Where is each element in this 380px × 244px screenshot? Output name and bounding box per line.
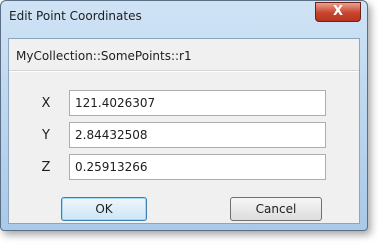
- dialog-body: MyCollection::SomePoints::r1 X 121.40263…: [8, 38, 360, 224]
- separator: [9, 70, 359, 72]
- window-title: Edit Point Coordinates: [9, 9, 142, 23]
- y-coordinate-field[interactable]: 2.84432508: [69, 122, 326, 148]
- x-coordinate-field[interactable]: 121.4026307: [69, 90, 326, 116]
- z-coordinate-field[interactable]: 0.25913266: [69, 154, 326, 180]
- close-button[interactable]: X: [315, 2, 361, 22]
- cancel-button[interactable]: Cancel: [230, 197, 322, 221]
- title-bar[interactable]: Edit Point Coordinates X: [1, 1, 367, 33]
- x-label: X: [41, 96, 51, 111]
- close-icon: X: [332, 4, 344, 19]
- object-path: MyCollection::SomePoints::r1: [16, 49, 192, 63]
- z-label: Z: [41, 160, 51, 175]
- ok-button[interactable]: OK: [61, 197, 147, 221]
- y-label: Y: [42, 128, 50, 143]
- dialog-window: Edit Point Coordinates X MyCollection::S…: [0, 0, 368, 231]
